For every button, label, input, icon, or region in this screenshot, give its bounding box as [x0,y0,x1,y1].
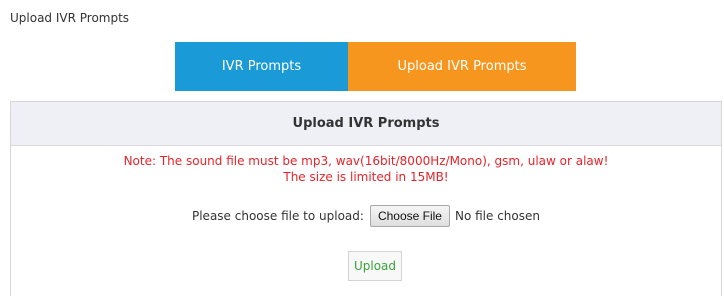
choose-file-button[interactable]: Choose File [369,205,450,227]
format-note: Note: The sound file must be mp3, wav(16… [11,153,721,185]
note-line-size: The size is limited in 15MB! [283,170,449,184]
tab-ivr-prompts[interactable]: IVR Prompts [175,42,348,91]
upload-panel: Upload IVR Prompts Note: The sound file … [10,101,722,296]
file-status: No file chosen [454,209,540,223]
tab-upload-ivr-prompts[interactable]: Upload IVR Prompts [348,42,576,91]
tab-bar: IVR Prompts Upload IVR Prompts [175,42,576,91]
file-label: Please choose file to upload: [191,209,364,223]
file-chooser-row: Please choose file to upload: Choose Fil… [11,205,721,227]
upload-button[interactable]: Upload [348,251,402,281]
page-title: Upload IVR Prompts [10,11,130,25]
panel-header: Upload IVR Prompts [11,102,721,146]
page: Upload IVR Prompts IVR Prompts Upload IV… [0,0,724,296]
note-line-formats: Note: The sound file must be mp3, wav(16… [123,154,609,168]
